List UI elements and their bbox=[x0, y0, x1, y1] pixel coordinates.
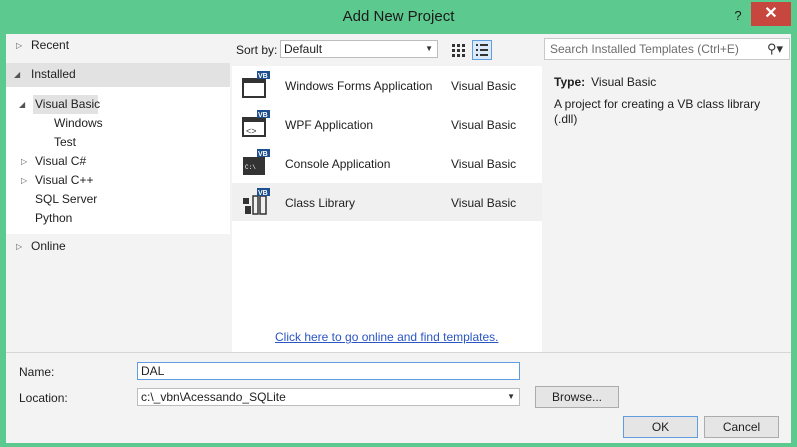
tree-item-test[interactable]: Test bbox=[54, 133, 76, 152]
tree-item-installed[interactable]: Installed bbox=[31, 65, 76, 84]
type-row: Type: Visual Basic bbox=[554, 75, 656, 89]
sort-label: Sort by: bbox=[236, 43, 278, 57]
template-language: Visual Basic bbox=[451, 196, 517, 210]
windows-forms-icon: VB bbox=[242, 71, 270, 98]
svg-text:C:\: C:\ bbox=[245, 164, 256, 171]
dialog-body: ▷ Recent ◢ Installed ◢ Visual Basic Wind… bbox=[6, 34, 791, 443]
dropdown-arrow-icon[interactable]: ▼ bbox=[507, 389, 515, 405]
expand-arrow-icon[interactable]: ▷ bbox=[21, 152, 27, 171]
template-list: VB Windows Forms Application Visual Basi… bbox=[232, 66, 542, 352]
template-language: Visual Basic bbox=[451, 118, 517, 132]
expand-arrow-icon[interactable]: ▷ bbox=[16, 237, 22, 256]
template-item[interactable]: <> VB WPF Application Visual Basic bbox=[232, 105, 542, 143]
svg-text:VB: VB bbox=[258, 190, 268, 197]
find-templates-online-link[interactable]: Click here to go online and find templat… bbox=[275, 330, 498, 344]
type-label: Type: bbox=[554, 75, 586, 89]
template-name: Class Library bbox=[285, 196, 356, 210]
svg-text:VB: VB bbox=[258, 112, 268, 119]
location-label: Location: bbox=[19, 391, 68, 405]
template-name: Console Application bbox=[285, 157, 391, 171]
template-details: Type: Visual Basic A project for creating… bbox=[544, 66, 791, 352]
location-value: c:\_vbn\Acessando_SQLite bbox=[141, 390, 286, 404]
tree-item-windows[interactable]: Windows bbox=[54, 114, 103, 133]
search-icon[interactable]: ⚲▾ bbox=[767, 39, 783, 59]
svg-text:<>: <> bbox=[246, 126, 257, 136]
collapse-arrow-icon[interactable]: ◢ bbox=[19, 95, 25, 114]
help-button[interactable]: ? bbox=[727, 8, 749, 26]
tree-item-visual-csharp[interactable]: Visual C# bbox=[35, 152, 86, 171]
wpf-application-icon: <> VB bbox=[242, 110, 270, 137]
svg-text:VB: VB bbox=[258, 151, 268, 158]
add-new-project-dialog: Add New Project ? ✕ ▷ Recent ◢ Installed… bbox=[0, 0, 797, 447]
list-view-icon bbox=[476, 44, 488, 56]
project-name-input[interactable]: DAL bbox=[137, 362, 520, 380]
sort-value: Default bbox=[284, 42, 323, 56]
tree-item-visual-cpp[interactable]: Visual C++ bbox=[35, 171, 93, 190]
template-item[interactable]: C:\ VB Console Application Visual Basic bbox=[232, 144, 542, 182]
list-view-button[interactable] bbox=[472, 40, 492, 60]
toolbar: Sort by: Default ▼ Search Installed Temp… bbox=[230, 34, 791, 66]
location-combobox[interactable]: c:\_vbn\Acessando_SQLite ▼ bbox=[137, 388, 520, 406]
divider bbox=[6, 352, 791, 353]
template-description: A project for creating a VB class librar… bbox=[554, 97, 761, 126]
dropdown-arrow-icon: ▼ bbox=[425, 44, 433, 53]
title-bar: Add New Project ? ✕ bbox=[0, 0, 797, 34]
grid-view-icon bbox=[452, 44, 465, 57]
ok-button[interactable]: OK bbox=[623, 416, 698, 438]
template-item-selected[interactable]: VB Class Library Visual Basic bbox=[232, 183, 542, 221]
template-name: WPF Application bbox=[285, 118, 374, 132]
tree-item-online[interactable]: Online bbox=[31, 237, 66, 256]
name-label: Name: bbox=[19, 365, 55, 379]
tree-item-sql-server[interactable]: SQL Server bbox=[35, 190, 97, 209]
template-name: Windows Forms Application bbox=[285, 79, 433, 93]
template-item[interactable]: VB Windows Forms Application Visual Basi… bbox=[232, 66, 542, 104]
dialog-title: Add New Project bbox=[342, 8, 455, 25]
class-library-icon: VB bbox=[243, 188, 270, 215]
type-value: Visual Basic bbox=[591, 75, 657, 89]
tree-item-visual-basic[interactable]: Visual Basic bbox=[35, 95, 100, 114]
console-application-icon: C:\ VB bbox=[243, 149, 270, 175]
template-language: Visual Basic bbox=[451, 157, 517, 171]
medium-icons-view-button[interactable] bbox=[448, 40, 468, 60]
browse-button[interactable]: Browse... bbox=[535, 386, 619, 408]
sort-dropdown[interactable]: Default ▼ bbox=[280, 40, 438, 58]
template-tree: ▷ Recent ◢ Installed ◢ Visual Basic Wind… bbox=[6, 34, 230, 352]
expand-arrow-icon[interactable]: ▷ bbox=[21, 171, 27, 190]
search-placeholder: Search Installed Templates (Ctrl+E) bbox=[550, 42, 739, 56]
expand-arrow-icon[interactable]: ▷ bbox=[16, 36, 22, 55]
cancel-button[interactable]: Cancel bbox=[704, 416, 779, 438]
close-button[interactable]: ✕ bbox=[751, 2, 791, 26]
template-language: Visual Basic bbox=[451, 79, 517, 93]
collapse-arrow-icon[interactable]: ◢ bbox=[14, 65, 20, 84]
tree-item-python[interactable]: Python bbox=[35, 209, 72, 228]
svg-text:VB: VB bbox=[258, 73, 268, 80]
tree-item-recent[interactable]: Recent bbox=[31, 36, 69, 55]
search-templates-input[interactable]: Search Installed Templates (Ctrl+E) ⚲▾ bbox=[544, 38, 790, 60]
